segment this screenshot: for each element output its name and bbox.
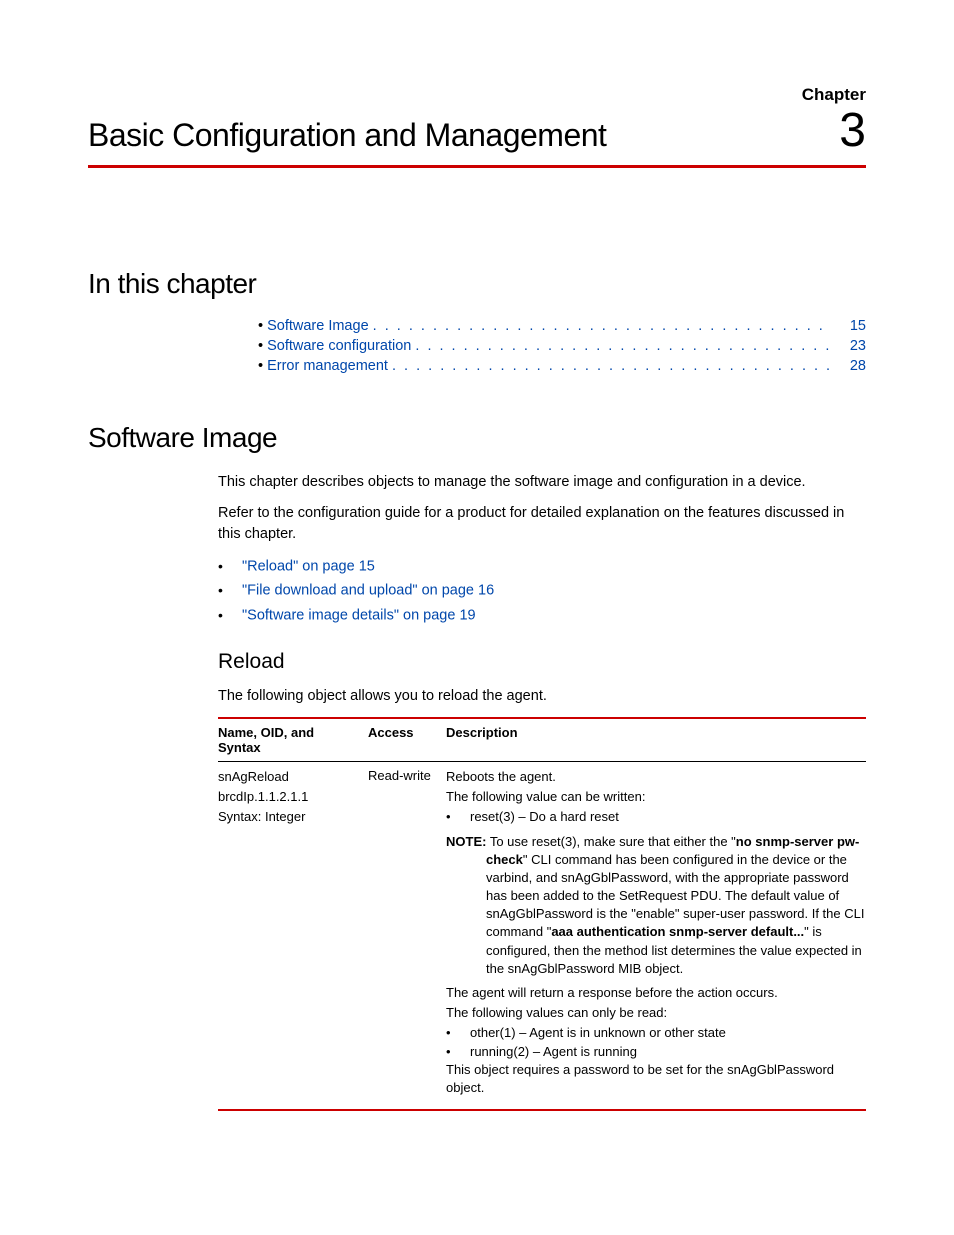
heading-reload: Reload	[218, 650, 866, 674]
table-cell-description: Reboots the agent. The following value c…	[446, 768, 866, 1099]
table-header-cell: Description	[446, 725, 866, 755]
toc-link[interactable]: Error management	[267, 358, 388, 374]
table-of-contents: • Software Image 15 • Software configura…	[258, 318, 866, 374]
toc-page: 23	[838, 338, 866, 354]
heading-software-image: Software Image	[88, 422, 866, 454]
desc-line: This object requires a password to be se…	[446, 1061, 866, 1097]
bullet-icon: •	[446, 808, 470, 826]
toc-link[interactable]: Software configuration	[267, 338, 411, 354]
toc-item[interactable]: • Software Image 15	[258, 318, 866, 334]
toc-item[interactable]: • Error management 28	[258, 358, 866, 374]
heading-in-this-chapter: In this chapter	[88, 268, 866, 300]
table-cell-access: Read-write	[368, 768, 446, 1099]
table-header-cell: Access	[368, 725, 446, 755]
desc-line: The agent will return a response before …	[446, 984, 866, 1002]
bullet-icon: •	[258, 318, 263, 334]
bullet-icon: •	[446, 1024, 470, 1042]
note-block: NOTE: To use reset(3), make sure that ei…	[446, 833, 866, 979]
note-text: To use reset(3), make sure that either t…	[490, 834, 736, 849]
chapter-label: Chapter	[88, 85, 866, 105]
table-header-row: Name, OID, and Syntax Access Description	[218, 719, 866, 762]
note-bold: aaa authentication snmp-server default..…	[551, 924, 804, 939]
desc-line: Reboots the agent.	[446, 768, 866, 786]
object-oid: brcdIp.1.1.2.1.1	[218, 788, 360, 806]
list-item: "File download and upload" on page 16	[218, 579, 866, 603]
table-row: snAgReload brcdIp.1.1.2.1.1 Syntax: Inte…	[218, 762, 866, 1109]
toc-link[interactable]: Software Image	[267, 318, 369, 334]
bullet-icon: •	[258, 358, 263, 374]
desc-bullet: •reset(3) – Do a hard reset	[446, 808, 866, 826]
desc-line: The following values can only be read:	[446, 1004, 866, 1022]
desc-line: The following value can be written:	[446, 788, 866, 806]
link-list: "Reload" on page 15 "File download and u…	[218, 555, 866, 628]
paragraph: Refer to the configuration guide for a p…	[218, 503, 866, 545]
desc-bullet: •other(1) – Agent is in unknown or other…	[446, 1024, 866, 1042]
list-item: "Reload" on page 15	[218, 555, 866, 579]
bullet-icon: •	[258, 338, 263, 354]
desc-bullet-text: running(2) – Agent is running	[470, 1043, 637, 1061]
toc-dots	[373, 318, 830, 334]
toc-item[interactable]: • Software configuration 23	[258, 338, 866, 354]
toc-page: 15	[838, 318, 866, 334]
object-name: snAgReload	[218, 768, 360, 786]
paragraph: The following object allows you to reloa…	[218, 686, 866, 707]
cross-ref-link[interactable]: "File download and upload" on page 16	[242, 583, 494, 599]
list-item: "Software image details" on page 19	[218, 604, 866, 628]
toc-dots	[415, 338, 830, 354]
table-cell-name: snAgReload brcdIp.1.1.2.1.1 Syntax: Inte…	[218, 768, 368, 1099]
table-header-cell: Name, OID, and Syntax	[218, 725, 368, 755]
bullet-icon: •	[446, 1043, 470, 1061]
paragraph: This chapter describes objects to manage…	[218, 472, 866, 493]
chapter-header: Basic Configuration and Management 3	[88, 107, 866, 168]
desc-bullet-text: other(1) – Agent is in unknown or other …	[470, 1024, 726, 1042]
desc-bullet-text: reset(3) – Do a hard reset	[470, 808, 619, 826]
note-label: NOTE:	[446, 834, 486, 849]
cross-ref-link[interactable]: "Reload" on page 15	[242, 558, 375, 574]
toc-dots	[392, 358, 830, 374]
object-table: Name, OID, and Syntax Access Description…	[218, 717, 866, 1111]
desc-bullet: •running(2) – Agent is running	[446, 1043, 866, 1061]
chapter-number: 3	[839, 107, 866, 155]
cross-ref-link[interactable]: "Software image details" on page 19	[242, 607, 476, 623]
chapter-title: Basic Configuration and Management	[88, 117, 606, 154]
toc-page: 28	[838, 358, 866, 374]
object-syntax: Syntax: Integer	[218, 808, 360, 826]
